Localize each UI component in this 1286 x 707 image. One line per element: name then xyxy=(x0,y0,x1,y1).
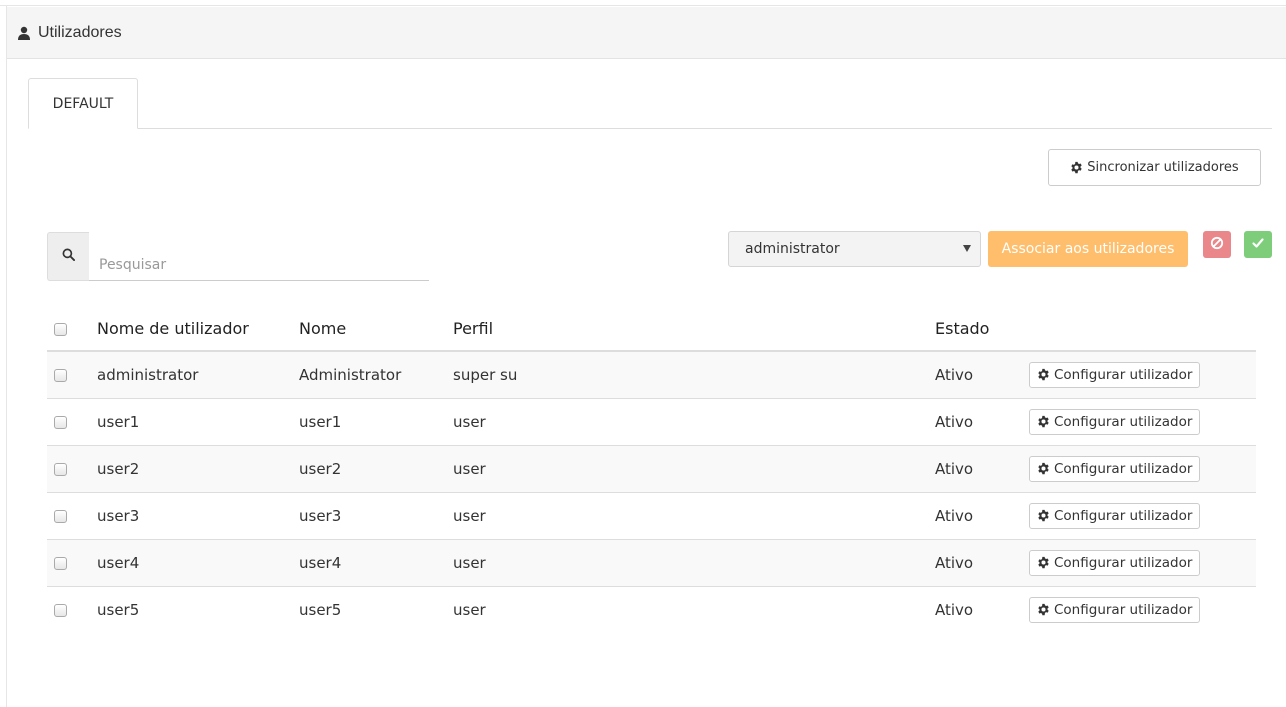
cell-status: Ativo xyxy=(935,539,1029,587)
row-checkbox[interactable] xyxy=(54,462,67,476)
confirm-button[interactable] xyxy=(1244,231,1272,258)
cell-profile: user xyxy=(453,492,935,540)
row-select-cell xyxy=(47,539,97,587)
column-header-name[interactable]: Nome xyxy=(299,306,453,352)
column-header-username[interactable]: Nome de utilizador xyxy=(97,306,299,352)
cell-status: Ativo xyxy=(935,586,1029,633)
cell-profile: user xyxy=(453,539,935,587)
header-select-all-cell xyxy=(47,306,97,352)
caret-down-icon xyxy=(963,245,971,252)
page-title: Utilizadores xyxy=(38,23,122,41)
cell-actions: Configurar utilizador xyxy=(1029,586,1256,633)
column-header-actions xyxy=(1029,306,1256,352)
table-row: user1 user1 user Ativo Configurar utiliz… xyxy=(47,398,1256,446)
check-icon xyxy=(1251,236,1265,254)
cell-profile: user xyxy=(453,586,935,633)
table-row: user2 user2 user Ativo Configurar utiliz… xyxy=(47,445,1256,493)
cell-actions: Configurar utilizador xyxy=(1029,351,1256,399)
configure-user-label: Configurar utilizador xyxy=(1054,366,1193,383)
cell-username: user4 xyxy=(97,539,299,587)
users-table: Nome de utilizador Nome Perfil Estado ad… xyxy=(47,306,1256,633)
cell-username: user1 xyxy=(97,398,299,446)
configure-user-label: Configurar utilizador xyxy=(1054,554,1193,571)
gear-icon xyxy=(1037,415,1050,428)
configure-user-button[interactable]: Configurar utilizador xyxy=(1029,502,1201,529)
gear-icon xyxy=(1037,509,1050,522)
cell-status: Ativo xyxy=(935,445,1029,493)
top-border xyxy=(0,0,1286,6)
table-row: user3 user3 user Ativo Configurar utiliz… xyxy=(47,492,1256,540)
row-select-cell xyxy=(47,492,97,540)
cell-username: user3 xyxy=(97,492,299,540)
row-checkbox[interactable] xyxy=(54,368,67,382)
gear-icon xyxy=(1070,161,1083,174)
cell-username: user5 xyxy=(97,586,299,633)
configure-user-label: Configurar utilizador xyxy=(1054,460,1193,477)
search-addon xyxy=(47,232,89,281)
row-checkbox[interactable] xyxy=(54,415,67,429)
sync-users-button[interactable]: Sincronizar utilizadores xyxy=(1048,149,1261,186)
panel-header: Utilizadores xyxy=(7,7,1286,59)
configure-user-button[interactable]: Configurar utilizador xyxy=(1029,596,1201,623)
gear-icon xyxy=(1037,603,1050,616)
ban-icon xyxy=(1210,236,1224,254)
cell-name: Administrator xyxy=(299,351,453,399)
table-row: user5 user5 user Ativo Configurar utiliz… xyxy=(47,586,1256,633)
cell-name: user4 xyxy=(299,539,453,587)
cell-name: user3 xyxy=(299,492,453,540)
column-header-status[interactable]: Estado xyxy=(935,306,1029,352)
cell-status: Ativo xyxy=(935,492,1029,540)
associate-users-button[interactable]: Associar aos utilizadores xyxy=(988,231,1188,267)
gear-icon xyxy=(1037,368,1050,381)
search-icon xyxy=(62,248,75,265)
row-checkbox[interactable] xyxy=(54,603,67,617)
configure-user-label: Configurar utilizador xyxy=(1054,601,1193,618)
table-row: user4 user4 user Ativo Configurar utiliz… xyxy=(47,539,1256,587)
cell-actions: Configurar utilizador xyxy=(1029,445,1256,493)
tab-default[interactable]: DEFAULT xyxy=(28,78,138,129)
table-row: administrator Administrator super su Ati… xyxy=(47,351,1256,399)
row-checkbox[interactable] xyxy=(54,556,67,570)
cell-username: administrator xyxy=(97,351,299,399)
configure-user-button[interactable]: Configurar utilizador xyxy=(1029,361,1201,388)
cell-status: Ativo xyxy=(935,351,1029,399)
configure-user-button[interactable]: Configurar utilizador xyxy=(1029,408,1201,435)
configure-user-label: Configurar utilizador xyxy=(1054,413,1193,430)
row-select-cell xyxy=(47,398,97,446)
cell-actions: Configurar utilizador xyxy=(1029,539,1256,587)
cell-actions: Configurar utilizador xyxy=(1029,398,1256,446)
left-border xyxy=(6,6,7,707)
cell-name: user1 xyxy=(299,398,453,446)
column-header-profile[interactable]: Perfil xyxy=(453,306,935,352)
profile-select[interactable]: administrator xyxy=(728,231,981,267)
profile-select-value: administrator xyxy=(745,241,840,257)
row-checkbox[interactable] xyxy=(54,509,67,523)
search-input[interactable] xyxy=(89,232,429,281)
cell-actions: Configurar utilizador xyxy=(1029,492,1256,540)
select-all-checkbox[interactable] xyxy=(54,322,67,336)
cell-profile: user xyxy=(453,445,935,493)
configure-user-button[interactable]: Configurar utilizador xyxy=(1029,455,1201,482)
row-select-cell xyxy=(47,351,97,399)
cancel-button[interactable] xyxy=(1203,231,1231,258)
table-header-row: Nome de utilizador Nome Perfil Estado xyxy=(47,306,1256,352)
configure-user-label: Configurar utilizador xyxy=(1054,507,1193,524)
sync-users-label: Sincronizar utilizadores xyxy=(1087,160,1239,175)
configure-user-button[interactable]: Configurar utilizador xyxy=(1029,549,1201,576)
tab-bar: DEFAULT xyxy=(28,78,1272,129)
cell-name: user2 xyxy=(299,445,453,493)
cell-status: Ativo xyxy=(935,398,1029,446)
row-select-cell xyxy=(47,445,97,493)
cell-profile: user xyxy=(453,398,935,446)
gear-icon xyxy=(1037,462,1050,475)
gear-icon xyxy=(1037,556,1050,569)
user-icon xyxy=(17,26,31,40)
cell-profile: super su xyxy=(453,351,935,399)
row-select-cell xyxy=(47,586,97,633)
cell-name: user5 xyxy=(299,586,453,633)
cell-username: user2 xyxy=(97,445,299,493)
